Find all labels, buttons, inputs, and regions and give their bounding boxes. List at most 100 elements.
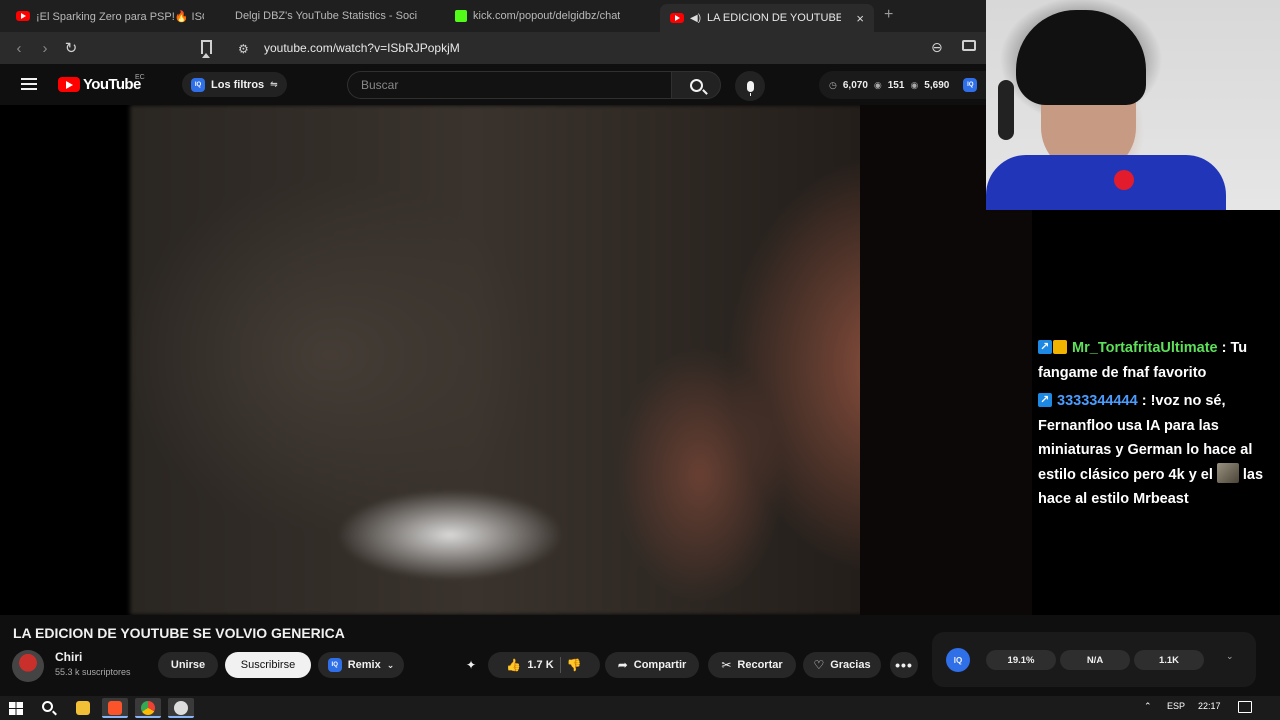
remix-label: Remix: [347, 659, 381, 671]
youtube-icon: [670, 13, 684, 23]
share-button[interactable]: ➦ Compartir: [605, 652, 699, 678]
tab-kick-chat[interactable]: kick.com/popout/delgidbz/chat: [445, 4, 655, 28]
iq-metric: 19.1%: [986, 650, 1056, 670]
chevron-down-icon[interactable]: ⌄: [1226, 651, 1234, 662]
like-icon[interactable]: 👍: [506, 658, 521, 672]
heart-dollar-icon: ♡: [813, 658, 825, 672]
more-icon: •••: [895, 657, 913, 673]
tab-sparking-zero[interactable]: ¡El Sparking Zero para PSP!🔥 ISO en: [6, 4, 214, 28]
youtube-header: YouTube EC IQ Los filtros ⇋ Buscar ◷ 6,0…: [0, 64, 986, 105]
iq-icon: IQ: [963, 78, 978, 92]
search-button[interactable]: [671, 71, 721, 99]
taskbar-search-icon[interactable]: [42, 701, 53, 712]
url-field[interactable]: youtube.com/watch?v=ISbRJPopkjM: [264, 41, 460, 55]
chrome-icon[interactable]: [135, 698, 161, 718]
thanks-label: Gracias: [830, 659, 871, 671]
new-tab-button[interactable]: +: [884, 6, 893, 24]
iq-metric: N/A: [1060, 650, 1130, 670]
chat-message: 3333344444 : !voz no sé, Fernanfloo usa …: [1038, 388, 1274, 512]
clock-icon: ◷: [829, 79, 837, 90]
youtube-play-icon: [58, 77, 80, 92]
youtube-icon: [16, 11, 30, 21]
filters-button[interactable]: IQ Los filtros ⇋: [182, 72, 287, 97]
iq-metric: 1.1K: [1134, 650, 1204, 670]
sub-badge-icon: [1038, 335, 1052, 360]
tab-title: LA EDICION DE YOUTUBE SE: [707, 12, 842, 24]
chat-username: 3333344444: [1057, 393, 1138, 409]
divider: [559, 657, 561, 673]
site-settings-icon[interactable]: ⚙: [238, 42, 249, 56]
tab-title: ¡El Sparking Zero para PSP!🔥 ISO en: [36, 10, 204, 23]
iq-icon: IQ: [946, 648, 970, 672]
menu-icon[interactable]: [21, 78, 37, 90]
subscribe-button[interactable]: Suscribirse: [225, 652, 311, 678]
sub-badge-icon: [1038, 388, 1052, 413]
webcam-overlay: [986, 0, 1280, 210]
chat-separator: :: [1217, 340, 1231, 356]
region-code: EC: [135, 74, 145, 81]
remix-button[interactable]: IQ Remix ⌄: [318, 652, 404, 678]
reload-icon[interactable]: ↻: [58, 39, 84, 57]
dislike-icon[interactable]: 👎: [567, 658, 582, 672]
zoom-icon[interactable]: ⊖: [931, 39, 943, 56]
stat-value: 5,690: [924, 79, 950, 91]
channel-avatar[interactable]: [12, 650, 44, 682]
file-explorer-icon[interactable]: [70, 698, 96, 718]
video-title: LA EDICION DE YOUTUBE SE VOLVIO GENERICA: [13, 625, 345, 641]
tab-active-video[interactable]: ◀) LA EDICION DE YOUTUBE SE ×: [660, 4, 874, 32]
obs-icon[interactable]: [168, 698, 194, 718]
clip-label: Recortar: [737, 659, 783, 671]
join-button[interactable]: Unirse: [158, 652, 218, 678]
like-count[interactable]: 1.7 K: [527, 659, 553, 671]
share-label: Compartir: [633, 659, 687, 671]
puzzle-icon: ✦: [465, 658, 477, 672]
chevron-down-icon: ⌄: [386, 659, 395, 670]
clock[interactable]: 22:17: [1198, 701, 1221, 711]
tab-title: kick.com/popout/delgidbz/chat: [473, 10, 621, 22]
chat-separator: :: [1137, 393, 1151, 409]
tab-title: Delgi DBZ's YouTube Statistics - Soci: [235, 10, 418, 22]
search-placeholder: Buscar: [361, 78, 399, 92]
eye-icon: ◉: [873, 79, 882, 90]
notifications-icon[interactable]: [1238, 701, 1252, 713]
streamer-shirt: [986, 155, 1226, 210]
youtube-logo[interactable]: YouTube: [58, 76, 141, 93]
speaker-icon: ◀): [690, 12, 702, 24]
close-tab-icon[interactable]: ×: [856, 11, 864, 26]
channel-name[interactable]: Chiri: [55, 650, 82, 664]
subscriber-count: 55.3 k suscriptores: [55, 667, 131, 677]
chat-message: Mr_TortafritaUltimate : Tu fangame de fn…: [1038, 335, 1274, 385]
chat-username: Mr_TortafritaUltimate: [1072, 340, 1218, 356]
voice-search-button[interactable]: [735, 71, 765, 101]
search-input[interactable]: Buscar: [347, 71, 671, 99]
chat-overlay: Mr_TortafritaUltimate : Tu fangame de fn…: [1032, 335, 1280, 516]
microphone-icon: [746, 80, 754, 96]
language-indicator[interactable]: ESP: [1167, 701, 1185, 711]
mod-tool-button[interactable]: ✦: [456, 652, 486, 678]
like-dislike-group: 👍 1.7 K 👎: [488, 652, 600, 678]
youtube-wordmark: YouTube: [83, 76, 141, 93]
forward-icon[interactable]: ›: [32, 40, 58, 57]
lollipop: [1114, 170, 1134, 190]
windows-start-icon[interactable]: [9, 702, 23, 715]
browser-tab-strip: ¡El Sparking Zero para PSP!🔥 ISO en Delg…: [0, 0, 986, 32]
thanks-button[interactable]: ♡ Gracias: [803, 652, 881, 678]
brave-icon[interactable]: [102, 698, 128, 718]
streamer-hair: [1016, 10, 1146, 105]
tray-chevron-icon[interactable]: ⌃: [1144, 701, 1152, 712]
back-icon[interactable]: ‹: [6, 40, 32, 57]
stat-value: 151: [887, 79, 905, 91]
iq-stats-panel: IQ 19.1% N/A 1.1K ⌄: [932, 632, 1256, 687]
scissors-icon: ✂: [721, 658, 732, 672]
bookmark-icon[interactable]: [201, 40, 212, 58]
iq-icon: IQ: [327, 658, 342, 672]
tab-youtube-statistics[interactable]: Delgi DBZ's YouTube Statistics - Soci: [225, 4, 431, 28]
filters-label: Los filtros: [211, 78, 265, 91]
crown-badge-icon: [1053, 340, 1067, 354]
more-actions-button[interactable]: •••: [890, 652, 918, 678]
cast-icon[interactable]: [962, 40, 976, 51]
share-icon: ➦: [617, 658, 628, 672]
kick-icon: [455, 10, 467, 22]
chat-emote: [1216, 462, 1239, 483]
clip-button[interactable]: ✂ Recortar: [708, 652, 796, 678]
